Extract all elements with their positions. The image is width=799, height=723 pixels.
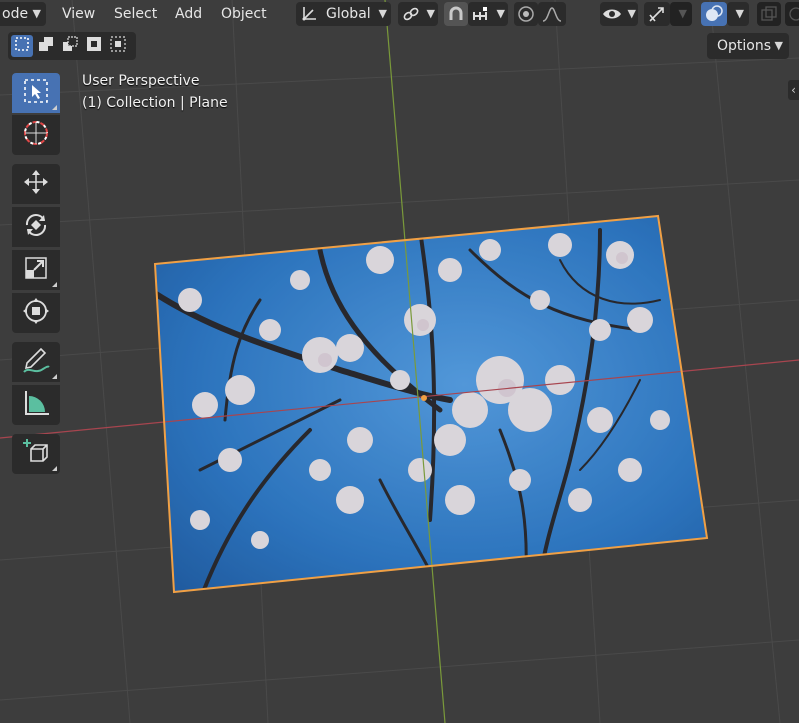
separator: | — [179, 95, 190, 111]
selection-mode-group — [8, 32, 136, 60]
tool-rotate[interactable] — [12, 207, 60, 247]
select-extend-button[interactable] — [35, 35, 57, 57]
collection-label: (1) Collection — [82, 95, 176, 111]
chevron-left-icon: ‹ — [791, 83, 796, 97]
tool-transform[interactable] — [12, 293, 60, 333]
options-label: Options — [717, 38, 772, 54]
snap-toggle[interactable] — [444, 2, 468, 26]
tool-options-indicator — [52, 282, 57, 287]
falloff-curve-icon — [542, 5, 562, 31]
select-intersect-button[interactable] — [107, 35, 129, 57]
gizmo-dropdown[interactable]: ▼ — [670, 2, 692, 26]
magnet-icon — [447, 5, 465, 31]
transform-orientation-dropdown[interactable]: Global ▼ — [296, 2, 391, 26]
measure-icon — [21, 388, 51, 422]
select-new-button[interactable] — [11, 35, 33, 57]
tool-scale[interactable] — [12, 250, 60, 290]
tool-options-indicator — [52, 466, 57, 471]
chevron-down-icon: ▼ — [426, 7, 435, 20]
chevron-down-icon: ▼ — [735, 7, 744, 20]
falloff-dropdown[interactable] — [538, 2, 566, 26]
image-plane — [155, 216, 707, 592]
tool-select-box[interactable] — [12, 73, 60, 113]
select-intersect-icon — [110, 36, 126, 56]
shading-icon — [788, 6, 799, 30]
view-name: User Perspective — [82, 73, 200, 89]
xray-icon — [761, 6, 777, 30]
sidebar-toggle[interactable]: ‹ — [788, 80, 799, 100]
menu-select[interactable]: Select — [114, 2, 157, 26]
overlays-toggle[interactable] — [701, 2, 727, 26]
chevron-down-icon: ▼ — [774, 39, 783, 52]
options-dropdown[interactable]: Options ▼ — [707, 33, 789, 59]
mode-dropdown[interactable]: ode ▼ — [0, 2, 46, 26]
object-origin — [421, 395, 427, 401]
overlays-dropdown[interactable]: ▼ — [727, 2, 749, 26]
shading-solid-button[interactable] — [785, 2, 799, 26]
object-name: Plane — [189, 95, 228, 111]
transform-icon — [22, 297, 50, 329]
overlays-icon — [704, 5, 724, 31]
link-icon — [402, 5, 420, 31]
menu-object[interactable]: Object — [221, 2, 267, 26]
menu-view[interactable]: View — [62, 2, 95, 26]
orientation-label: Global — [326, 6, 371, 22]
annotate-icon — [21, 345, 51, 379]
move-icon — [22, 168, 50, 200]
pivot-point-dropdown[interactable]: ▼ — [398, 2, 438, 26]
transform-axes-icon — [300, 5, 318, 31]
chevron-down-icon: ▼ — [496, 7, 505, 20]
chevron-down-icon: ▼ — [627, 7, 636, 20]
proportional-edit-icon — [517, 5, 535, 31]
gizmo-icon — [647, 5, 667, 31]
tool-annotate[interactable] — [12, 342, 60, 382]
scale-icon — [22, 254, 50, 286]
add-cube-icon — [21, 437, 51, 471]
select-subtract-button[interactable] — [59, 35, 81, 57]
select-invert-icon — [86, 36, 102, 56]
cursor-icon — [21, 118, 51, 152]
select-invert-button[interactable] — [83, 35, 105, 57]
chevron-down-icon: ▼ — [378, 7, 387, 20]
select-new-icon — [14, 36, 30, 56]
select-box-icon — [22, 77, 50, 109]
gizmo-toggle[interactable] — [644, 2, 670, 26]
tool-add-cube[interactable] — [12, 434, 60, 474]
viewport-header: ode ▼ View Select Add Object Global ▼ ▼ … — [0, 0, 799, 28]
collection-info: (1) Collection | Plane — [82, 95, 228, 111]
tool-options-indicator — [52, 105, 57, 110]
select-extend-icon — [38, 36, 54, 56]
tool-cursor[interactable] — [12, 115, 60, 155]
tool-options-indicator — [52, 374, 57, 379]
tool-measure[interactable] — [12, 385, 60, 425]
eye-icon — [602, 5, 624, 31]
xray-toggle[interactable] — [757, 2, 781, 26]
chevron-down-icon: ▼ — [32, 7, 41, 20]
chevron-down-icon: ▼ — [678, 7, 687, 20]
proportional-edit-toggle[interactable] — [514, 2, 538, 26]
snap-target-dropdown[interactable]: ▼ — [468, 2, 508, 26]
tool-move[interactable] — [12, 164, 60, 204]
snap-increment-icon — [471, 6, 489, 32]
rotate-icon — [22, 211, 50, 243]
visibility-dropdown[interactable]: ▼ — [600, 2, 638, 26]
select-subtract-icon — [62, 36, 78, 56]
mode-label: ode — [2, 6, 29, 22]
menu-add[interactable]: Add — [175, 2, 202, 26]
